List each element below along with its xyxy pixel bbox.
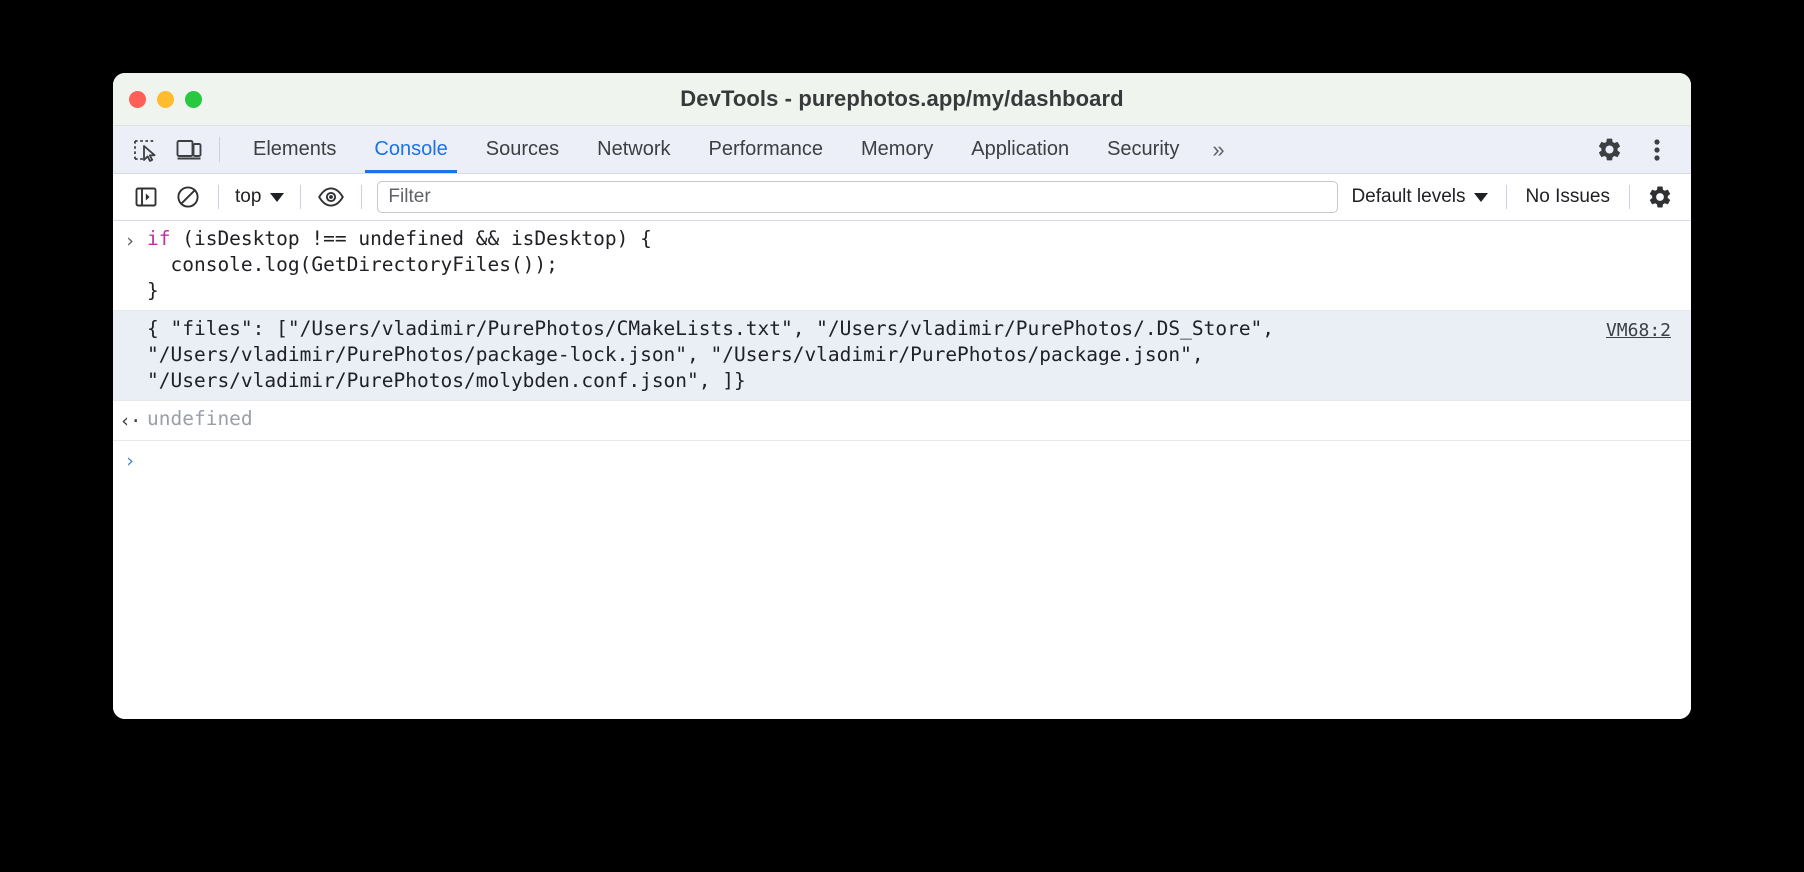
filter-input[interactable]: [377, 181, 1338, 213]
tab-label: Application: [971, 138, 1069, 161]
console-prompt-row[interactable]: ›: [113, 441, 1691, 480]
message-gutter-icon: ›: [113, 446, 147, 474]
chevron-down-icon: [270, 193, 284, 202]
device-toolbar-icon[interactable]: [167, 126, 211, 173]
devtools-tabbar: Elements Console Sources Network Perform…: [113, 126, 1691, 174]
chevron-down-icon: [1474, 193, 1488, 202]
text-segment: if: [147, 227, 170, 250]
tab-performance[interactable]: Performance: [690, 126, 843, 173]
tab-elements[interactable]: Elements: [234, 126, 355, 173]
text-segment: { "files": ["/Users/vladimir/PurePhotos/…: [147, 317, 1274, 340]
text-segment: "/Users/vladimir/PurePhotos/molybden.con…: [147, 369, 746, 392]
tab-application[interactable]: Application: [952, 126, 1088, 173]
screen-root: DevTools - purephotos.app/my/dashboard: [0, 0, 1804, 872]
gutter-chevron: ‹·: [120, 408, 141, 434]
close-window-button[interactable]: [129, 91, 146, 108]
issues-status[interactable]: No Issues: [1516, 186, 1620, 208]
toolbar-divider-1: [218, 185, 219, 209]
message-gutter-icon: ›: [113, 226, 147, 254]
tab-label: Sources: [486, 138, 559, 161]
console-sidebar-toggle-icon[interactable]: [125, 178, 167, 216]
devtools-window: DevTools - purephotos.app/my/dashboard: [113, 73, 1691, 719]
inspect-element-icon[interactable]: [123, 126, 167, 173]
log-levels-selector[interactable]: Default levels: [1342, 186, 1496, 208]
source-location-link[interactable]: VM68:2: [1606, 318, 1671, 344]
clear-console-icon[interactable]: [167, 178, 209, 216]
execution-context-label: top: [235, 186, 261, 208]
message-text: undefined: [147, 406, 1691, 432]
tab-network[interactable]: Network: [578, 126, 689, 173]
text-segment: undefined: [147, 407, 253, 430]
toolbar-divider-3: [361, 185, 362, 209]
message-text: if (isDesktop !== undefined && isDesktop…: [147, 226, 1691, 304]
tab-label: Network: [597, 138, 670, 161]
settings-gear-icon[interactable]: [1585, 136, 1633, 163]
execution-context-selector[interactable]: top: [228, 180, 291, 214]
gutter-chevron: ›: [124, 228, 135, 254]
tab-label: Security: [1107, 138, 1179, 161]
tab-sources[interactable]: Sources: [467, 126, 578, 173]
toolbar-divider-4: [1506, 185, 1507, 209]
console-input-message: › if (isDesktop !== undefined && isDeskto…: [113, 221, 1691, 311]
tab-label: Performance: [709, 138, 824, 161]
toolbar-divider-5: [1629, 185, 1630, 209]
text-segment: (isDesktop !== undefined && isDesktop) {: [170, 227, 651, 250]
text-segment: "/Users/vladimir/PurePhotos/package-lock…: [147, 343, 1204, 366]
console-message-list[interactable]: › if (isDesktop !== undefined && isDeskto…: [113, 221, 1691, 719]
console-output-message: { "files": ["/Users/vladimir/PurePhotos/…: [113, 311, 1691, 401]
tab-console[interactable]: Console: [355, 126, 466, 173]
window-titlebar: DevTools - purephotos.app/my/dashboard: [113, 73, 1691, 126]
more-options-icon[interactable]: [1633, 137, 1681, 163]
message-gutter-icon: [113, 316, 147, 318]
tab-label: Console: [374, 138, 447, 161]
console-result-message: ‹· undefined: [113, 401, 1691, 441]
log-levels-label: Default levels: [1351, 186, 1465, 208]
message-gutter-icon: ‹·: [113, 406, 147, 434]
tabbar-right-controls: [1568, 126, 1691, 173]
window-title: DevTools - purephotos.app/my/dashboard: [113, 73, 1691, 125]
console-settings-gear-icon[interactable]: [1639, 178, 1681, 216]
tabbar-divider: [219, 137, 220, 162]
traffic-lights: [129, 91, 202, 108]
maximize-window-button[interactable]: [185, 91, 202, 108]
panel-tabs: Elements Console Sources Network Perform…: [234, 126, 1239, 173]
live-expression-eye-icon[interactable]: [310, 178, 352, 216]
more-tabs-icon[interactable]: »: [1198, 126, 1238, 173]
tab-security[interactable]: Security: [1088, 126, 1198, 173]
tab-memory[interactable]: Memory: [842, 126, 952, 173]
message-text: { "files": ["/Users/vladimir/PurePhotos/…: [147, 316, 1691, 394]
gutter-chevron: ›: [124, 448, 135, 474]
tab-label: Memory: [861, 138, 933, 161]
text-segment: }: [147, 279, 159, 302]
minimize-window-button[interactable]: [157, 91, 174, 108]
toolbar-divider-2: [300, 185, 301, 209]
text-segment: console.log(GetDirectoryFiles());: [147, 253, 558, 276]
console-toolbar: top Default levels No Issues: [113, 174, 1691, 221]
tab-label: Elements: [253, 138, 336, 161]
